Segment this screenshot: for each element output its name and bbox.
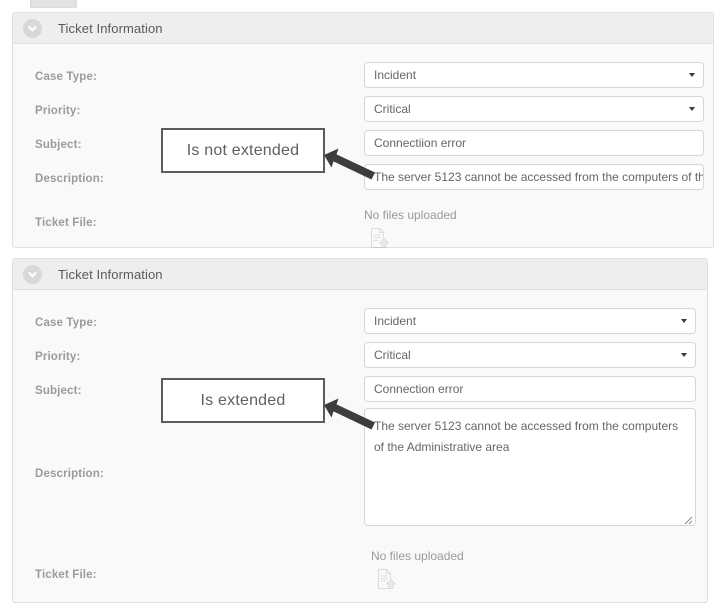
description-textarea[interactable]: The server 5123 cannot be accessed from … xyxy=(364,408,696,526)
subject-value: Connectiion error xyxy=(374,136,467,150)
ticket-information-panel-bottom: Ticket Information Case Type: Incident P… xyxy=(12,258,708,603)
file-upload-icon[interactable] xyxy=(368,227,390,254)
description-value: The server 5123 cannot be accessed from … xyxy=(374,419,679,454)
priority-select[interactable]: Critical xyxy=(364,96,704,122)
subject-label: Subject: xyxy=(35,139,82,151)
priority-label: Priority: xyxy=(35,351,81,363)
ticket-file-label: Ticket File: xyxy=(35,569,97,581)
priority-value: Critical xyxy=(374,102,411,116)
description-input[interactable]: The server 5123 cannot be accessed from … xyxy=(364,164,704,190)
chevron-down-icon xyxy=(689,107,695,111)
subject-input[interactable]: Connectiion error xyxy=(364,130,704,156)
case-type-select[interactable]: Incident xyxy=(364,62,704,88)
annotation-callout-not-extended: Is not extended xyxy=(161,128,325,173)
panel-title: Ticket Information xyxy=(58,20,163,36)
chevron-down-icon xyxy=(681,319,687,323)
panel-header-bottom: Ticket Information xyxy=(13,259,707,290)
annotation-text: Is not extended xyxy=(186,141,300,159)
case-type-value: Incident xyxy=(374,314,417,328)
case-type-label: Case Type: xyxy=(35,317,98,329)
cut-off-tab-fragment[interactable] xyxy=(30,0,77,8)
chevron-down-icon xyxy=(681,353,687,357)
panel-header-top: Ticket Information xyxy=(13,13,713,44)
priority-select[interactable]: Critical xyxy=(364,342,696,368)
annotation-text: Is extended xyxy=(200,391,286,409)
priority-label: Priority: xyxy=(35,105,81,117)
file-upload-icon[interactable] xyxy=(375,568,397,595)
case-type-select[interactable]: Incident xyxy=(364,308,696,334)
resize-handle-icon[interactable] xyxy=(681,511,693,525)
panel-body-top: Case Type: Incident Priority: Critical S… xyxy=(13,44,713,249)
subject-label: Subject: xyxy=(35,385,82,397)
subject-value: Connection error xyxy=(374,382,464,396)
description-label: Description: xyxy=(35,468,104,480)
subject-input[interactable]: Connection error xyxy=(364,376,696,402)
description-label: Description: xyxy=(35,173,104,185)
chevron-down-icon[interactable] xyxy=(23,264,42,284)
panel-title: Ticket Information xyxy=(58,266,163,282)
ticket-file-label: Ticket File: xyxy=(35,217,97,229)
case-type-value: Incident xyxy=(374,68,417,82)
priority-value: Critical xyxy=(374,348,411,362)
no-files-uploaded-status: No files uploaded xyxy=(364,208,457,222)
case-type-label: Case Type: xyxy=(35,71,98,83)
no-files-uploaded-status: No files uploaded xyxy=(371,549,464,563)
description-value: The server 5123 cannot be accessed from … xyxy=(374,170,703,184)
annotation-callout-extended: Is extended xyxy=(161,378,325,423)
chevron-down-icon xyxy=(689,73,695,77)
ticket-information-panel-top: Ticket Information Case Type: Incident P… xyxy=(12,12,714,249)
panel-body-bottom: Case Type: Incident Priority: Critical S… xyxy=(13,290,707,602)
chevron-down-icon[interactable] xyxy=(23,18,42,38)
